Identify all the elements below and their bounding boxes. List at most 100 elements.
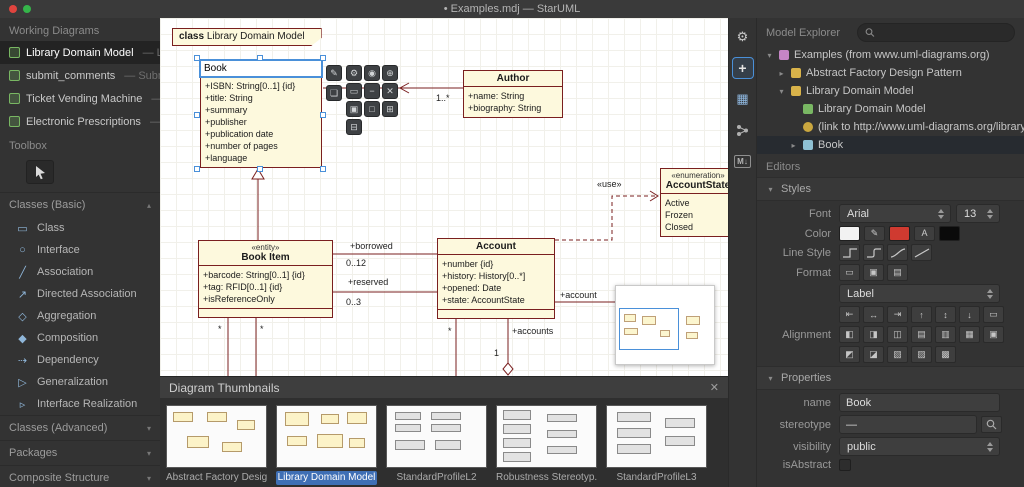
align-top-button[interactable]: ▤	[911, 326, 932, 343]
zoom-window-button[interactable]	[23, 5, 31, 13]
uml-class-account[interactable]: Account +number {id} +history: History[0…	[437, 238, 555, 319]
edit-collapse-button[interactable]: ⊟	[346, 119, 362, 135]
line-style-curve-button[interactable]	[887, 244, 908, 261]
working-diagram-item[interactable]: Library Domain Model — Lib	[0, 41, 160, 64]
working-diagram-item[interactable]: Electronic Prescriptions — E	[0, 110, 160, 133]
align-left-button[interactable]: ◧	[839, 326, 860, 343]
properties-section-header[interactable]: ▾ Properties	[757, 366, 1024, 390]
line-style-rectilinear-button[interactable]	[839, 244, 860, 261]
tree-item-examples[interactable]: ▾ Examples (from www.uml-diagrams.org)	[757, 46, 1024, 64]
align-right-button[interactable]: ◨	[863, 326, 884, 343]
distribute-bottom-button[interactable]: ↓	[959, 306, 980, 323]
diagram-overview-panel[interactable]	[615, 285, 715, 365]
multiplicity-label[interactable]: 1	[494, 348, 499, 358]
role-label-borrowed[interactable]: +borrowed	[350, 241, 393, 251]
distribute-top-button[interactable]: ↑	[911, 306, 932, 323]
use-stereotype-label[interactable]: «use»	[597, 179, 622, 189]
diagram-canvas[interactable]: class Library Domain Model +ISBN: String…	[160, 18, 728, 376]
uml-enumeration-accountstate[interactable]: «enumeration» AccountState Active Frozen…	[660, 168, 728, 237]
same-height-button[interactable]: ◪	[863, 346, 884, 363]
tree-item-library-domain-model-diagram[interactable]: Library Domain Model	[757, 100, 1024, 118]
selection-handle[interactable]	[194, 55, 200, 61]
edit-remove-button[interactable]: −	[364, 83, 380, 99]
tree-item-book[interactable]: ▸ Book	[757, 136, 1024, 154]
distribute-horizontal-button[interactable]: ↔	[863, 306, 884, 323]
font-color-swatch[interactable]	[939, 226, 960, 241]
toolbox-section-composite-structure[interactable]: Composite Structure ▾	[0, 465, 160, 487]
pencil-icon[interactable]: ✎	[864, 226, 885, 241]
multiplicity-label[interactable]: 0..12	[346, 258, 366, 268]
selection-handle[interactable]	[320, 166, 326, 172]
line-style-rounded-button[interactable]	[863, 244, 884, 261]
class-name-edit-input[interactable]	[199, 59, 323, 78]
line-style-direct-button[interactable]	[911, 244, 932, 261]
tree-item-library-domain-model[interactable]: ▾ Library Domain Model	[757, 82, 1024, 100]
close-window-button[interactable]	[9, 5, 17, 13]
grid-view-icon[interactable]: ▦	[732, 88, 754, 110]
working-diagram-item[interactable]: Ticket Vending Machine — T	[0, 87, 160, 110]
multiplicity-label[interactable]: *	[260, 324, 264, 334]
share-icon[interactable]	[732, 119, 754, 141]
distribute-vertical-button[interactable]: ↕	[935, 306, 956, 323]
close-icon[interactable]: ✕	[710, 381, 719, 394]
name-field[interactable]	[839, 393, 1000, 412]
chevron-right-icon[interactable]: ▸	[777, 69, 786, 78]
align-grid-button[interactable]: ▣	[983, 326, 1004, 343]
edit-expand-button[interactable]: ⊞	[382, 101, 398, 117]
explorer-search-box[interactable]	[857, 23, 1015, 42]
tree-item-hyperlink[interactable]: (link to http://www.uml-diagrams.org/lib…	[757, 118, 1024, 136]
select-tool-button[interactable]	[26, 160, 54, 184]
styles-section-header[interactable]: ▾ Styles	[757, 177, 1024, 201]
markdown-icon[interactable]: M↓	[732, 150, 754, 172]
visibility-select[interactable]: public	[839, 437, 1000, 456]
edit-pencil-button[interactable]: ✎	[326, 65, 342, 81]
toolbox-item-composition[interactable]: ◆ Composition	[0, 327, 160, 349]
selection-handle[interactable]	[257, 166, 263, 172]
align-center-button[interactable]: ◫	[887, 326, 908, 343]
toolbox-section-packages[interactable]: Packages ▾	[0, 440, 160, 465]
send-back-button[interactable]: ▩	[935, 346, 956, 363]
toolbox-item-directed-association[interactable]: ↗ Directed Association	[0, 283, 160, 305]
edit-rect-button[interactable]: ▭	[346, 83, 362, 99]
stereotype-field[interactable]	[839, 415, 977, 434]
distribute-box-button[interactable]: ▭	[983, 306, 1004, 323]
same-size-button[interactable]: ▧	[887, 346, 908, 363]
isabstract-checkbox[interactable]	[839, 459, 851, 471]
font-family-select[interactable]: Arial	[839, 204, 951, 223]
format-filled-rect-button[interactable]: ▣	[863, 264, 884, 281]
toolbox-item-dependency[interactable]: ⇢ Dependency	[0, 349, 160, 371]
toolbox-item-class[interactable]: ▭ Class	[0, 217, 160, 239]
label-dropdown[interactable]: Label	[839, 284, 1000, 303]
fill-color-swatch[interactable]	[839, 226, 860, 241]
multiplicity-label[interactable]: *	[448, 326, 452, 336]
edit-copy-button[interactable]: ❏	[326, 85, 342, 101]
thumbnail-card[interactable]: Robustness Stereotyp...	[496, 405, 597, 485]
toolbox-section-classes-advanced[interactable]: Classes (Advanced) ▾	[0, 415, 160, 440]
role-label-reserved[interactable]: +reserved	[348, 277, 388, 287]
font-size-select[interactable]: 13	[956, 204, 1000, 223]
uml-class-book[interactable]: +ISBN: String[0..1] {id} +title: String …	[200, 76, 322, 168]
uml-class-author[interactable]: Author +name: String +biography: String	[463, 70, 563, 118]
line-color-swatch[interactable]	[889, 226, 910, 241]
align-bottom-button[interactable]: ▦	[959, 326, 980, 343]
toolbox-section-classes-basic[interactable]: Classes (Basic) ▴	[0, 192, 160, 217]
toolbox-item-association[interactable]: ╱ Association	[0, 261, 160, 283]
toolbox-item-interface[interactable]: ○ Interface	[0, 239, 160, 261]
edit-box-button[interactable]: □	[364, 101, 380, 117]
distribute-left-button[interactable]: ⇤	[839, 306, 860, 323]
thumbnail-card[interactable]: StandardProfileL2	[386, 405, 487, 485]
uml-class-book-item[interactable]: «entity» Book Item +barcode: String[0..1…	[198, 240, 333, 318]
edit-compartment-button[interactable]: ▣	[346, 101, 362, 117]
toolbox-item-aggregation[interactable]: ◇ Aggregation	[0, 305, 160, 327]
selection-handle[interactable]	[194, 166, 200, 172]
toolbox-item-generalization[interactable]: ▷ Generalization	[0, 371, 160, 393]
selection-handle[interactable]	[320, 112, 326, 118]
toolbox-item-interface-realization[interactable]: ▹ Interface Realization	[0, 393, 160, 415]
multiplicity-label[interactable]: 0..3	[346, 297, 361, 307]
same-width-button[interactable]: ◩	[839, 346, 860, 363]
format-rect-button[interactable]: ▭	[839, 264, 860, 281]
tools-icon[interactable]: ⚙	[732, 26, 754, 48]
edit-delete-button[interactable]: ✕	[382, 83, 398, 99]
align-middle-button[interactable]: ▥	[935, 326, 956, 343]
stereotype-search-button[interactable]	[981, 416, 1002, 433]
